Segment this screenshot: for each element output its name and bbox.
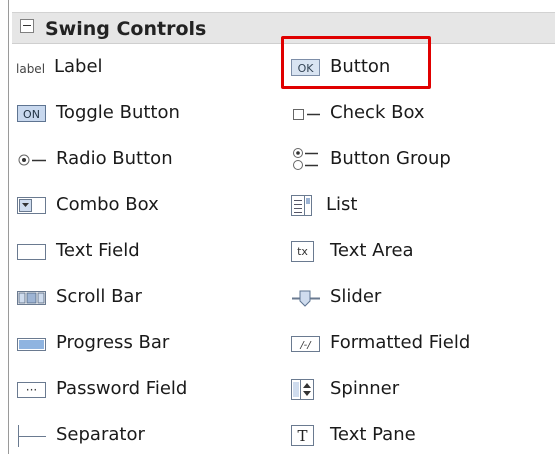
svg-text:T: T <box>297 427 307 445</box>
palette-item-list[interactable]: List <box>290 190 530 222</box>
collapse-icon[interactable] <box>20 19 34 33</box>
palette-item-text-field[interactable]: Text Field <box>16 236 256 268</box>
item-label: Radio Button <box>56 148 173 169</box>
palette-item-check-box[interactable]: Check Box <box>290 98 530 130</box>
text-pane-icon: T <box>290 425 322 447</box>
slider-icon <box>290 287 322 309</box>
item-label: Button Group <box>330 148 451 169</box>
palette-item-toggle-button[interactable]: ON Toggle Button <box>16 98 256 130</box>
combo-box-icon <box>16 195 48 217</box>
palette-item-password-field[interactable]: ··· Password Field <box>16 374 256 406</box>
svg-text:···: ··· <box>26 383 37 397</box>
formatted-field-icon: /-/ <box>290 333 322 355</box>
item-label: Label <box>54 56 103 77</box>
item-label: Text Area <box>330 240 414 261</box>
palette-item-label[interactable]: label Label <box>16 52 256 84</box>
item-label: Scroll Bar <box>56 286 142 307</box>
left-border <box>8 0 9 454</box>
list-icon <box>290 195 322 217</box>
selection-highlight <box>281 36 431 89</box>
item-label: Text Field <box>56 240 140 261</box>
palette-item-progress-bar[interactable]: Progress Bar <box>16 328 256 360</box>
item-label: Text Pane <box>330 424 416 445</box>
label-icon: label <box>16 62 46 76</box>
item-label: Progress Bar <box>56 332 170 353</box>
item-label: Formatted Field <box>330 332 471 353</box>
palette-item-slider[interactable]: Slider <box>290 282 530 314</box>
item-label: Separator <box>56 424 145 445</box>
spinner-icon <box>290 379 322 401</box>
palette-item-spinner[interactable]: Spinner <box>290 374 530 406</box>
palette-item-scroll-bar[interactable]: Scroll Bar <box>16 282 256 314</box>
text-field-icon <box>16 241 48 263</box>
item-label: Spinner <box>330 378 400 399</box>
radio-button-icon <box>16 149 48 171</box>
swing-controls-palette: Swing Controls label Label OK Button ON … <box>12 0 555 454</box>
svg-text:tx: tx <box>297 245 308 258</box>
palette-item-radio-button[interactable]: Radio Button <box>16 144 256 176</box>
item-label: List <box>326 194 358 215</box>
palette-item-button-group[interactable]: Button Group <box>290 144 530 176</box>
progress-bar-icon <box>16 333 48 355</box>
item-label: Toggle Button <box>56 102 180 123</box>
item-label: Check Box <box>330 102 425 123</box>
password-field-icon: ··· <box>16 379 48 401</box>
palette-item-text-area[interactable]: tx Text Area <box>290 236 530 268</box>
palette-item-separator[interactable]: Separator <box>16 420 256 452</box>
text-area-icon: tx <box>290 241 322 263</box>
toggle-button-icon: ON <box>16 103 48 125</box>
palette-item-combo-box[interactable]: Combo Box <box>16 190 256 222</box>
palette-item-text-pane[interactable]: T Text Pane <box>290 420 530 452</box>
svg-text:/-/: /-/ <box>299 340 312 351</box>
svg-text:ON: ON <box>23 108 40 121</box>
item-label: Password Field <box>56 378 188 399</box>
separator-icon <box>16 425 48 447</box>
palette-item-formatted-field[interactable]: /-/ Formatted Field <box>290 328 530 360</box>
scroll-bar-icon <box>16 287 48 309</box>
category-title: Swing Controls <box>45 18 207 40</box>
item-label: Combo Box <box>56 194 159 215</box>
item-label: Slider <box>330 286 382 307</box>
check-box-icon <box>290 103 322 125</box>
button-group-icon <box>290 148 322 171</box>
